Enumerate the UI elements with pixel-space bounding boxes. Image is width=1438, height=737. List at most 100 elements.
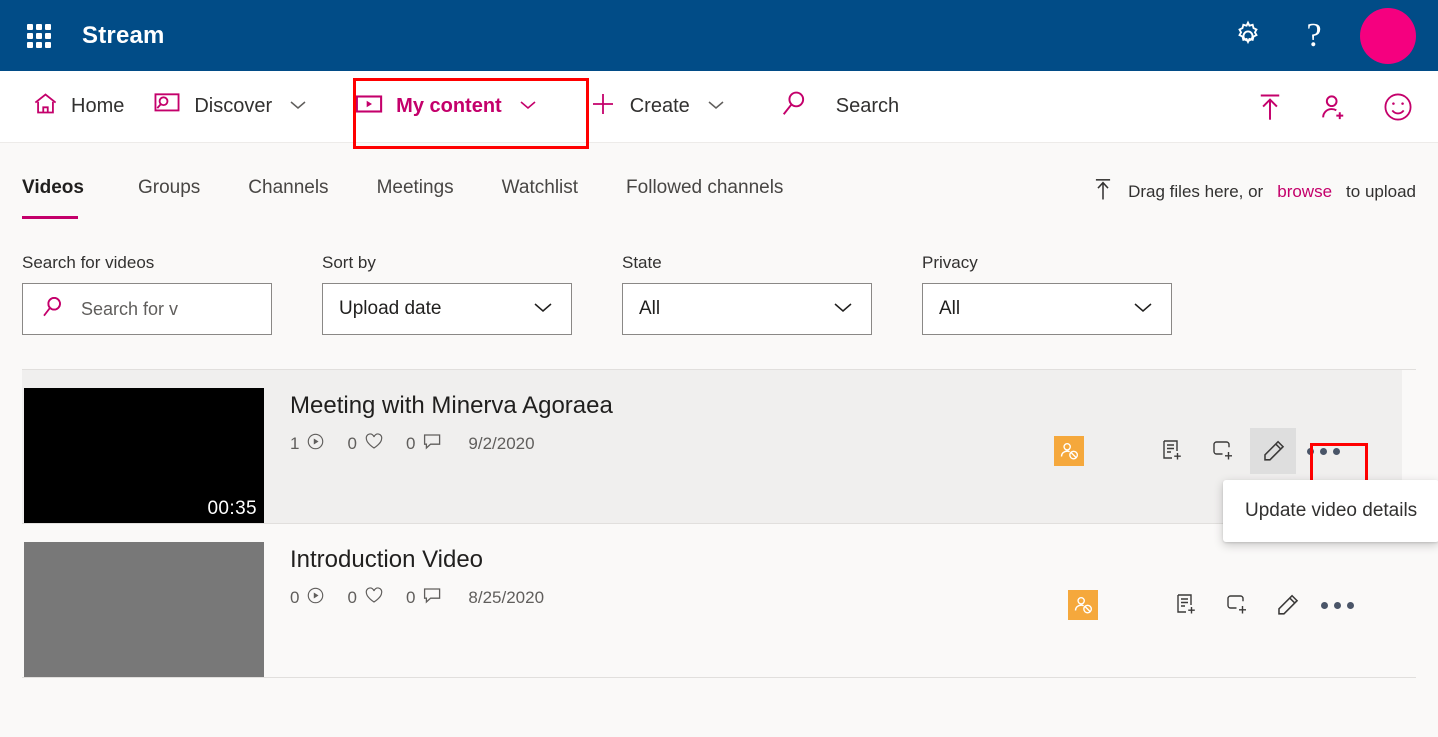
sort-by-label: Sort by — [322, 253, 376, 272]
tab-wrap-channels: Channels — [224, 177, 352, 211]
private-person-restricted-icon — [1054, 436, 1084, 466]
browse-link[interactable]: browse — [1277, 182, 1332, 202]
tab-videos[interactable]: Videos — [22, 177, 84, 219]
waffle-grid — [27, 23, 51, 48]
upload-icon[interactable] — [1252, 89, 1288, 125]
more-options-icon[interactable] — [1300, 428, 1346, 474]
app-launcher-waffle-icon[interactable] — [20, 17, 58, 55]
nav-item-label: Discover — [194, 95, 273, 117]
video-thumbnail[interactable]: 00:35 — [24, 388, 264, 523]
row-action-buttons — [1054, 388, 1402, 474]
like-count: 0 — [347, 586, 383, 610]
ellipsis-dots — [1320, 601, 1354, 609]
state-label: State — [622, 253, 662, 272]
question-mark-icon[interactable]: ? — [1294, 16, 1334, 56]
avatar[interactable] — [1360, 7, 1416, 64]
tab-wrap-meetings: Meetings — [353, 177, 478, 211]
tab-wrap-followed-channels: Followed channels — [602, 177, 838, 211]
like-count: 0 — [347, 432, 383, 456]
comment-bubble-icon — [422, 586, 442, 610]
row-action-buttons — [1068, 542, 1416, 628]
sort-by-select[interactable]: Upload date — [322, 283, 572, 335]
comment-bubble-icon — [422, 432, 442, 456]
more-options-icon[interactable] — [1314, 582, 1360, 628]
table-row[interactable]: Introduction Video 0 0 0 8/25/2020 — [22, 524, 1416, 678]
view-count-value: 1 — [290, 434, 300, 453]
nav-search-field[interactable]: Search — [764, 78, 913, 136]
video-stats: 0 0 0 8/25/2020 — [290, 586, 544, 610]
video-meta: Meeting with Minerva Agoraea 1 0 0 9/2/2… — [290, 388, 613, 456]
filter-search-videos: Search for videos Search for v — [22, 253, 272, 335]
search-input[interactable]: Search for v — [22, 283, 272, 335]
tab-wrap-watchlist: Watchlist — [478, 177, 602, 211]
plus-icon — [588, 89, 618, 125]
video-meta: Introduction Video 0 0 0 8/25/2020 — [290, 542, 544, 610]
nav-item-label: Create — [629, 95, 690, 117]
help-glyph: ? — [1306, 16, 1322, 54]
play-circle-icon — [306, 432, 325, 456]
nav-search-label: Search — [835, 95, 900, 117]
video-date: 9/2/2020 — [468, 434, 535, 453]
state-select[interactable]: All — [622, 283, 872, 335]
privacy-select[interactable]: All — [922, 283, 1172, 335]
private-person-restricted-icon — [1068, 590, 1098, 620]
view-count: 1 — [290, 432, 325, 456]
edit-pencil-icon[interactable] — [1264, 582, 1310, 628]
search-videos-label: Search for videos — [22, 253, 155, 272]
add-to-group-icon[interactable] — [1200, 428, 1246, 474]
filter-state: State All — [622, 253, 872, 335]
gear-icon[interactable] — [1228, 16, 1268, 56]
video-thumbnail[interactable] — [24, 542, 264, 677]
tab-wrap-videos: Videos — [22, 177, 114, 219]
discover-screen-search-icon — [152, 90, 182, 123]
tab-meetings[interactable]: Meetings — [377, 177, 454, 211]
video-duration: 00:35 — [200, 496, 264, 523]
search-magnifier-icon — [778, 88, 810, 126]
tab-followed-channels[interactable]: Followed channels — [626, 177, 814, 211]
nav-item-label: My content — [396, 95, 502, 117]
nav-item-my-content[interactable]: My content — [340, 82, 552, 132]
search-placeholder: Search for v — [81, 298, 179, 319]
nav-item-home[interactable]: Home — [18, 80, 138, 133]
privacy-value: All — [939, 298, 961, 319]
video-title[interactable]: Meeting with Minerva Agoraea — [290, 392, 613, 420]
chevron-down-icon — [288, 95, 308, 118]
content-tabs: Videos Groups Channels Meetings Watchlis… — [22, 143, 1416, 219]
edit-pencil-icon[interactable] — [1250, 428, 1296, 474]
view-count: 0 — [290, 586, 325, 610]
upload-hint-before: Drag files here, or — [1128, 181, 1264, 201]
page-content: Videos Groups Channels Meetings Watchlis… — [0, 143, 1438, 736]
main-navigation-bar: Home Discover My content Create Search — [0, 71, 1438, 149]
add-to-group-icon[interactable] — [1214, 582, 1260, 628]
tab-channels[interactable]: Channels — [248, 177, 328, 211]
tab-watchlist[interactable]: Watchlist — [502, 177, 578, 211]
tab-groups[interactable]: Groups — [138, 177, 200, 211]
suite-header-bar: Stream ? — [0, 0, 1438, 71]
comment-count-value: 0 — [405, 588, 416, 607]
upload-arrow-icon — [1092, 177, 1114, 206]
comment-count-value: 0 — [405, 434, 416, 453]
nav-item-discover[interactable]: Discover — [138, 80, 322, 133]
chevron-down-icon — [706, 95, 726, 118]
privacy-label: Privacy — [922, 253, 978, 272]
nav-item-create[interactable]: Create — [574, 79, 740, 135]
drag-files-upload-hint: Drag files here, or browse to upload — [1092, 177, 1416, 206]
filter-privacy: Privacy All — [922, 253, 1172, 335]
table-row[interactable]: 00:35 Meeting with Minerva Agoraea 1 0 0… — [22, 370, 1438, 542]
video-stats: 1 0 0 9/2/2020 — [290, 432, 613, 456]
video-list: 00:35 Meeting with Minerva Agoraea 1 0 0… — [22, 369, 1438, 678]
suite-right-actions: ? — [1228, 7, 1416, 64]
play-circle-icon — [306, 586, 325, 610]
search-magnifier-icon — [39, 294, 65, 325]
app-title[interactable]: Stream — [82, 22, 165, 50]
tab-wrap-groups: Groups — [114, 177, 224, 211]
add-to-watchlist-icon[interactable] — [1150, 428, 1196, 474]
chevron-down-icon — [831, 299, 855, 320]
chevron-down-icon — [1131, 299, 1155, 320]
video-date: 8/25/2020 — [468, 588, 545, 607]
video-title[interactable]: Introduction Video — [290, 546, 544, 574]
like-count-value: 0 — [347, 588, 357, 607]
add-person-icon[interactable] — [1316, 89, 1352, 125]
add-to-watchlist-icon[interactable] — [1164, 582, 1210, 628]
smiley-feedback-icon[interactable] — [1380, 89, 1416, 125]
